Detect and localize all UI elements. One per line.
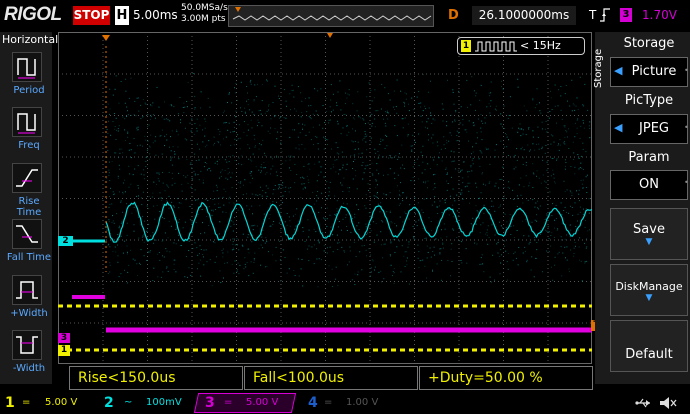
neg-width-icon bbox=[12, 330, 42, 360]
measure-rise[interactable]: Rise<150.0us bbox=[69, 366, 243, 390]
ch2-offset-marker[interactable]: 2 bbox=[58, 236, 73, 246]
measure-period-button[interactable]: Period bbox=[5, 52, 49, 106]
storage-title: Storage bbox=[623, 36, 675, 51]
timebase-value: 5.00ms bbox=[133, 8, 178, 22]
diskmanage-arrow-icon: ▼ bbox=[645, 293, 653, 303]
ch3-coupling: = bbox=[224, 397, 233, 408]
ch1-offset-marker[interactable]: 1 bbox=[58, 345, 70, 356]
trigger-label: T bbox=[589, 8, 597, 22]
diskmanage-button[interactable]: DiskManage ▼ bbox=[610, 264, 688, 316]
measure-rise-time-button[interactable]: Rise Time bbox=[5, 163, 49, 218]
param-title: Param bbox=[628, 150, 670, 165]
fall-time-icon bbox=[12, 219, 42, 249]
ch3-number[interactable]: 3 bbox=[205, 393, 215, 413]
ch2-coupling: ~ bbox=[124, 397, 133, 408]
waveform-canvas bbox=[58, 32, 593, 364]
pictype-value: JPEG bbox=[639, 121, 669, 136]
scroll-dot-1: • bbox=[684, 66, 689, 75]
default-label: Default bbox=[625, 347, 673, 362]
ch1-number[interactable]: 1 bbox=[5, 393, 15, 413]
ch2-scale[interactable]: 100mV bbox=[146, 393, 182, 413]
rigol-logo: RIGOL bbox=[4, 4, 62, 25]
default-button[interactable]: Default bbox=[610, 320, 688, 372]
freq-label: Freq bbox=[18, 140, 40, 151]
storage-menu-vertical-title: Storage bbox=[593, 48, 604, 88]
ch3-scale[interactable]: 5.00 V bbox=[246, 393, 278, 413]
measure-neg-width-button[interactable]: -Width bbox=[5, 330, 49, 384]
sample-rate-info: 50.0MSa/s 3.00M pts bbox=[181, 3, 228, 25]
measure-freq-button[interactable]: Freq bbox=[5, 107, 49, 161]
horizontal-label: H bbox=[115, 6, 129, 25]
waveform-display[interactable] bbox=[58, 32, 593, 364]
delay-value[interactable]: 26.1000000ms bbox=[472, 6, 576, 25]
memory-position-bar[interactable] bbox=[228, 5, 434, 27]
save-arrow-icon: ▼ bbox=[645, 237, 653, 247]
storage-back-arrow-icon: ◀ bbox=[614, 64, 623, 77]
param-toggle[interactable]: ON bbox=[610, 170, 688, 200]
rise-time-label: Rise Time bbox=[16, 196, 42, 218]
ch2-noise-cloud bbox=[106, 73, 591, 288]
measure-fall-time-button[interactable]: Fall Time bbox=[5, 219, 51, 273]
ch4-number[interactable]: 4 bbox=[308, 393, 318, 413]
param-value: ON bbox=[639, 177, 659, 192]
ch3-offset-marker[interactable]: 3 bbox=[58, 333, 70, 343]
trigger-source-badge: 3 bbox=[620, 8, 632, 22]
scroll-dot-3: • bbox=[684, 178, 689, 187]
frequency-counter: 1 < 15Hz bbox=[457, 37, 585, 55]
storage-type-value: Picture bbox=[631, 64, 677, 79]
ch1-scale[interactable]: 5.00 V bbox=[45, 393, 77, 413]
pulse-train-icon bbox=[475, 41, 517, 52]
speaker-icon[interactable] bbox=[658, 395, 678, 411]
neg-width-label: -Width bbox=[12, 363, 46, 374]
pictype-back-arrow-icon: ◀ bbox=[614, 121, 623, 134]
ch4-coupling: = bbox=[324, 397, 333, 408]
freq-icon bbox=[12, 107, 42, 137]
rising-edge-icon bbox=[600, 8, 610, 22]
ch4-scale[interactable]: 1.00 V bbox=[346, 393, 378, 413]
trigger-level-value: 1.70V bbox=[642, 8, 677, 22]
ch2-number[interactable]: 2 bbox=[104, 393, 114, 413]
usb-icon bbox=[635, 398, 650, 408]
rise-time-icon bbox=[12, 163, 42, 193]
measure-fall[interactable]: Fall<100.0us bbox=[244, 366, 418, 390]
run-stop-indicator[interactable]: STOP bbox=[73, 6, 110, 25]
save-label: Save bbox=[633, 222, 665, 237]
ch1-coupling: = bbox=[22, 397, 31, 408]
waveform-overview-icon bbox=[232, 7, 432, 21]
delay-label: D bbox=[448, 8, 459, 23]
period-icon bbox=[12, 52, 42, 82]
fall-time-label: Fall Time bbox=[6, 252, 52, 263]
pictype-title: PicType bbox=[624, 93, 674, 108]
save-button[interactable]: Save ▼ bbox=[610, 208, 688, 260]
sample-rate: 50.0MSa/s bbox=[181, 3, 228, 13]
scroll-dot-2: • bbox=[684, 123, 689, 132]
period-label: Period bbox=[13, 85, 45, 96]
graticule bbox=[58, 32, 592, 364]
horizontal-menu-title: Horizontal bbox=[2, 33, 59, 46]
counter-channel-badge: 1 bbox=[461, 40, 471, 52]
measure-pos-width-button[interactable]: +Width bbox=[5, 275, 49, 329]
center-marker bbox=[327, 33, 333, 38]
pos-width-label: +Width bbox=[10, 308, 48, 319]
counter-value: < 15Hz bbox=[520, 39, 561, 52]
measure-pos-duty[interactable]: +Duty=50.00 % bbox=[419, 366, 593, 390]
pos-width-icon bbox=[12, 275, 42, 305]
memory-depth: 3.00M pts bbox=[181, 14, 226, 24]
diskmanage-label: DiskManage bbox=[615, 280, 683, 293]
